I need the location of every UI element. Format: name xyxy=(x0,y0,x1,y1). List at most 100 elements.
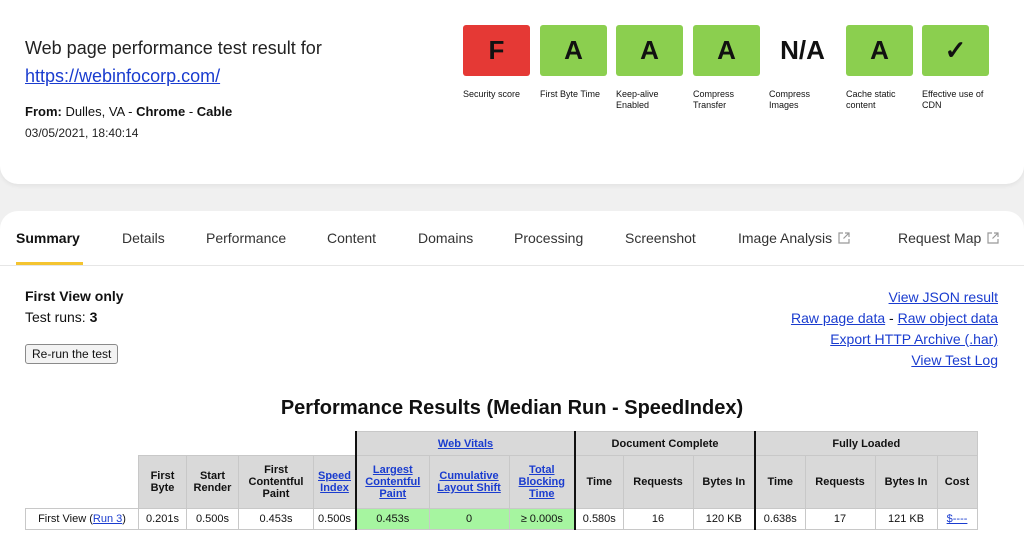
table-corner xyxy=(313,431,357,456)
rerun-test-button[interactable]: Re-run the test xyxy=(25,344,119,364)
raw-page-data-link[interactable]: Raw page data xyxy=(791,310,885,326)
results-panel: Summary Details Performance Content Doma… xyxy=(0,211,1024,537)
tab-request-map[interactable]: Request Map xyxy=(898,230,999,247)
tab-summary[interactable]: Summary xyxy=(16,230,80,246)
tab-image-analysis[interactable]: Image Analysis xyxy=(738,230,850,247)
table-corner xyxy=(238,431,314,456)
speed-index-link[interactable]: Speed Index xyxy=(318,470,351,494)
grade-security[interactable]: F Security score xyxy=(463,25,530,100)
grade-value: F xyxy=(463,25,530,76)
grade-value: A xyxy=(846,25,913,76)
export-har-link[interactable]: Export HTTP Archive (.har) xyxy=(830,331,998,347)
table-corner xyxy=(186,431,239,456)
grade-strip: F Security score A First Byte Time A Kee… xyxy=(463,25,1003,125)
cell-tbt: ≥ 0.000s xyxy=(508,508,576,530)
cell-fcp: 0.453s xyxy=(238,508,314,530)
grade-value: N/A xyxy=(780,35,825,65)
separator: - xyxy=(889,310,894,326)
col-cost: Cost xyxy=(936,455,978,509)
lcp-link[interactable]: Largest Contentful Paint xyxy=(365,464,420,500)
result-tabs: Summary Details Performance Content Doma… xyxy=(0,211,1024,266)
grade-compress-transfer[interactable]: A Compress Transfer xyxy=(693,25,760,111)
col-first-byte: First Byte xyxy=(138,455,187,509)
location-value: Dulles, VA xyxy=(65,104,125,119)
connection-value: Cable xyxy=(196,104,233,119)
tab-details[interactable]: Details xyxy=(122,230,165,246)
grade-label: Keep-alive Enabled xyxy=(616,89,659,110)
col-tbt: Total Blocking Time xyxy=(508,455,576,509)
grade-value: A xyxy=(693,25,760,76)
grade-cache-static[interactable]: A Cache static content xyxy=(846,25,913,111)
col-doc-bytes: Bytes In xyxy=(692,455,756,509)
tab-performance[interactable]: Performance xyxy=(206,230,286,246)
grade-value: A xyxy=(540,25,607,76)
col-start-render: Start Render xyxy=(186,455,239,509)
row-label-header xyxy=(25,455,139,509)
test-runs: Test runs: 3 xyxy=(25,309,97,325)
test-summary-header: Web page performance test result for htt… xyxy=(0,0,1024,184)
col-cls: Cumulative Layout Shift xyxy=(428,455,510,509)
tbt-link[interactable]: Total Blocking Time xyxy=(519,464,565,500)
row-label-text: First View ( xyxy=(38,513,93,525)
tab-domains[interactable]: Domains xyxy=(418,230,473,246)
cell-full-time: 0.638s xyxy=(754,508,806,530)
tab-label: Request Map xyxy=(898,230,982,246)
cell-cls: 0 xyxy=(428,508,510,530)
run-link[interactable]: Run 3 xyxy=(93,513,122,525)
grade-cdn[interactable]: ✓ Effective use of CDN xyxy=(922,25,989,111)
separator: - xyxy=(128,104,133,119)
grade-value: A xyxy=(616,25,683,76)
fully-loaded-group-header: Fully Loaded xyxy=(754,431,978,456)
cell-doc-requests: 16 xyxy=(622,508,694,530)
table-corner xyxy=(25,431,139,456)
runs-value: 3 xyxy=(89,309,98,325)
raw-object-data-link[interactable]: Raw object data xyxy=(898,310,998,326)
from-label: From: xyxy=(25,104,62,119)
table-row: First View (Run 3) 0.201s 0.500s 0.453s … xyxy=(25,508,978,530)
separator: - xyxy=(188,104,194,119)
cell-first-byte: 0.201s xyxy=(138,508,187,530)
web-vitals-group-header: Web Vitals xyxy=(355,431,576,456)
cell-cost: $---- xyxy=(936,508,978,530)
grade-label: Compress Transfer xyxy=(693,89,735,110)
browser-value: Chrome xyxy=(136,104,186,119)
cell-lcp: 0.453s xyxy=(355,508,430,530)
cell-start-render: 0.500s xyxy=(186,508,239,530)
external-link-icon xyxy=(987,231,999,247)
col-full-requests: Requests xyxy=(804,455,876,509)
grade-value: ✓ xyxy=(922,25,989,76)
grade-keep-alive[interactable]: A Keep-alive Enabled xyxy=(616,25,683,111)
col-full-time: Time xyxy=(754,455,806,509)
table-corner xyxy=(138,431,187,456)
tab-content[interactable]: Content xyxy=(327,230,376,246)
tab-processing[interactable]: Processing xyxy=(514,230,583,246)
performance-results-title: Performance Results (Median Run - SpeedI… xyxy=(280,397,744,419)
col-full-bytes: Bytes In xyxy=(874,455,938,509)
grade-compress-images[interactable]: N/A Compress Images xyxy=(769,25,836,111)
row-label: First View (Run 3) xyxy=(25,508,139,530)
col-lcp: Largest Contentful Paint xyxy=(355,455,430,509)
grade-first-byte[interactable]: A First Byte Time xyxy=(540,25,607,100)
cell-speed-index: 0.500s xyxy=(313,508,357,530)
test-title: Web page performance test result for xyxy=(25,38,322,58)
cost-link[interactable]: $---- xyxy=(947,513,968,525)
grade-label: Cache static content xyxy=(846,89,896,110)
cell-full-requests: 17 xyxy=(804,508,876,530)
view-json-link[interactable]: View JSON result xyxy=(889,289,998,305)
cell-full-bytes: 121 KB xyxy=(874,508,938,530)
web-vitals-link[interactable]: Web Vitals xyxy=(438,438,493,450)
grade-label: Security score xyxy=(463,89,521,99)
cell-doc-bytes: 120 KB xyxy=(692,508,756,530)
row-label-end: ) xyxy=(122,513,126,525)
doc-complete-group-header: Document Complete xyxy=(574,431,756,456)
cls-link[interactable]: Cumulative Layout Shift xyxy=(437,470,501,494)
view-test-log-link[interactable]: View Test Log xyxy=(911,352,998,368)
tested-url-link[interactable]: https://webinfocorp.com/ xyxy=(25,66,220,87)
active-tab-indicator xyxy=(16,262,83,265)
test-date: 03/05/2021, 18:40:14 xyxy=(25,126,139,140)
tab-label: Image Analysis xyxy=(738,230,833,246)
export-links: View JSON result Raw page data - Raw obj… xyxy=(791,287,998,371)
col-speed-index: Speed Index xyxy=(313,455,357,509)
tab-screenshot[interactable]: Screenshot xyxy=(625,230,696,246)
external-link-icon xyxy=(838,231,850,247)
